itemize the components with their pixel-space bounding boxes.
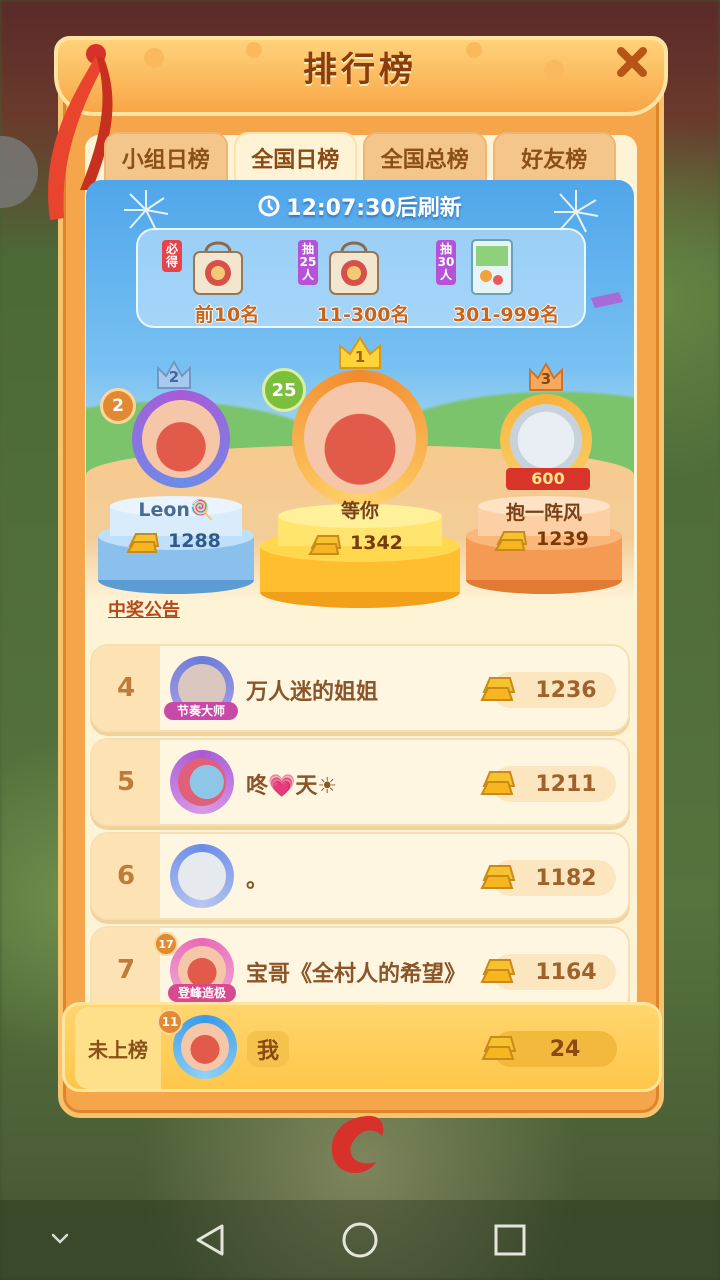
reward-label: 301-999名: [452, 304, 560, 326]
player-score: 1288: [126, 528, 221, 554]
recents-button[interactable]: [490, 1220, 530, 1260]
score-value: 1288: [168, 530, 221, 552]
podium-second[interactable]: 2 2 Leon🍭 1288: [96, 356, 256, 596]
list-item[interactable]: 4 节奏大师 万人迷的姐姐 1236: [90, 644, 630, 732]
gold-bar-icon: [481, 1036, 517, 1060]
gift-bag-icon: [193, 241, 243, 295]
player-name: 咚💗天☀: [246, 774, 338, 799]
close-icon: [617, 47, 647, 77]
close-button[interactable]: [612, 42, 652, 82]
chevron-down-icon[interactable]: [48, 1226, 72, 1250]
player-name: 等你: [340, 500, 379, 522]
player-name: 万人迷的姐姐: [246, 680, 379, 705]
avatar: [510, 404, 582, 476]
reward-panel: 必得 前10名 抽25人 11-300名 抽30人 301-999名: [136, 228, 586, 328]
tab-group-daily[interactable]: 小组日榜: [104, 132, 228, 182]
tab-friends[interactable]: 好友榜: [492, 132, 616, 182]
player-name: 。: [246, 868, 269, 893]
gold-bar-icon: [480, 771, 516, 795]
recents-icon: [494, 1224, 526, 1256]
avatar: [304, 382, 416, 494]
reward-label: 11-300名: [316, 304, 410, 326]
reward-label: 前10名: [194, 304, 260, 326]
avatar: [170, 750, 234, 814]
gold-bar-icon: [480, 677, 516, 701]
sticker-book-icon: [471, 239, 513, 295]
winner-announcement-link[interactable]: 中奖公告: [108, 596, 180, 622]
reward-11-300[interactable]: 抽25人 11-300名: [298, 236, 438, 326]
gold-bar-icon: [480, 865, 516, 889]
player-name: Leon🍭: [138, 499, 214, 521]
my-rank-label: 未上榜: [75, 1007, 161, 1089]
rank-number: 4: [92, 646, 160, 730]
my-rank-row[interactable]: 未上榜 11 我 24: [62, 1002, 662, 1092]
system-nav-bar: [0, 1200, 720, 1280]
reward-tag: 必得: [162, 240, 182, 272]
avatar: [170, 844, 234, 908]
title-badge: 登峰造极: [168, 984, 236, 1002]
podium-third[interactable]: 3 600 抱一阵风 1239: [464, 360, 624, 596]
reward-top10[interactable]: 必得 前10名: [162, 236, 302, 326]
rank-number: 6: [92, 834, 160, 918]
avatar-frame: [292, 370, 428, 506]
title-badge: 节奏大师: [164, 702, 238, 720]
rank-number: 1: [354, 348, 366, 366]
score-value: 1342: [350, 532, 403, 554]
gift-bag-icon: [329, 241, 379, 295]
home-icon: [342, 1222, 378, 1258]
score-value: 1239: [536, 528, 589, 550]
back-button[interactable]: [190, 1220, 230, 1260]
player-score: 1239: [494, 526, 589, 552]
rank-number: 3: [540, 370, 552, 388]
ribbon-knot-decoration: [331, 1116, 384, 1173]
list-item[interactable]: 5 咚💗天☀ 1211: [90, 738, 630, 826]
back-icon: [196, 1224, 224, 1256]
tab-national-total[interactable]: 全国总榜: [363, 132, 487, 182]
player-name: 抱一阵风: [505, 502, 582, 524]
refresh-timer: 12:07:30后刷新: [86, 190, 634, 222]
home-button[interactable]: [340, 1220, 380, 1260]
avatar: [142, 400, 220, 478]
clock-icon: [258, 195, 280, 217]
reward-tag: 抽30人: [436, 240, 456, 285]
gold-bar-icon: [126, 533, 160, 553]
badge-600: 600: [506, 468, 590, 490]
list-item[interactable]: 6 。 1182: [90, 832, 630, 920]
player-name: 宝哥《全村人的希望》: [246, 962, 467, 987]
gold-bar-icon: [308, 535, 342, 555]
level-badge: 17: [154, 932, 178, 956]
player-name: 我: [247, 1031, 290, 1067]
avatar-frame: [132, 390, 230, 488]
tab-bar: 小组日榜 全国日榜 全国总榜 好友榜: [104, 132, 616, 182]
reward-301-999[interactable]: 抽30人 301-999名: [436, 236, 586, 326]
reward-tag: 抽25人: [298, 240, 318, 285]
podium-first[interactable]: 1 25 等你 1342: [258, 334, 462, 608]
rank-number: 7: [92, 928, 160, 1012]
tab-national-daily[interactable]: 全国日榜: [233, 132, 357, 182]
list-item[interactable]: 7 17 登峰造极 宝哥《全村人的希望》 1164: [90, 926, 630, 1014]
player-score: 1342: [308, 530, 403, 556]
rank-number: 2: [168, 368, 180, 386]
rank-number: 5: [92, 740, 160, 824]
level-badge: 11: [157, 1009, 183, 1035]
gold-bar-icon: [480, 959, 516, 983]
level-badge: 2: [100, 388, 136, 424]
timer-text: 12:07:30后刷新: [286, 196, 462, 221]
level-badge: 25: [262, 368, 306, 412]
gold-bar-icon: [494, 531, 528, 551]
